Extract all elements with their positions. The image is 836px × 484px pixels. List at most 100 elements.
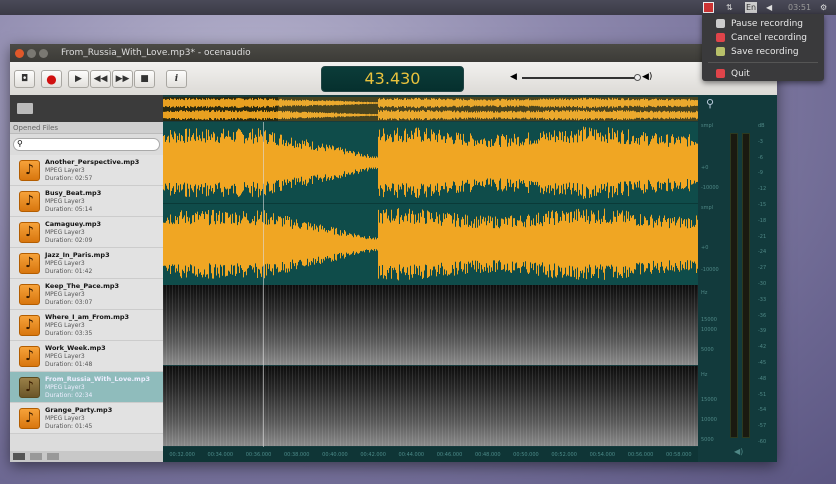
menu-item-save[interactable]: Save recording: [716, 45, 799, 58]
volume-slider[interactable]: [522, 74, 641, 81]
timeline-tick-label: 00:58.000: [665, 451, 692, 458]
file-codec: MPEG Layer3: [45, 322, 85, 329]
zoom-icon[interactable]: ⚲: [706, 97, 714, 110]
grid-view-button[interactable]: [47, 453, 59, 460]
minimize-button[interactable]: [27, 48, 36, 58]
db-scale-label: -15: [758, 202, 767, 208]
file-list-item[interactable]: ♪ Camaguey.mp3 MPEG Layer3 Duration: 02:…: [10, 217, 163, 248]
timeline-tick-label: 00:40.000: [322, 451, 348, 458]
folder-icon[interactable]: [17, 103, 33, 114]
file-duration: Duration: 05:14: [45, 206, 93, 213]
file-duration: Duration: 02:34: [45, 392, 93, 399]
file-list-item[interactable]: ♪ Keep_The_Pace.mp3 MPEG Layer3 Duration…: [10, 279, 163, 310]
playhead-cursor[interactable]: [263, 122, 264, 447]
music-note-icon: ♪: [19, 253, 40, 274]
clock[interactable]: 03:51: [788, 2, 811, 13]
volume-low-icon: ◀: [510, 72, 517, 82]
record-button[interactable]: ●: [41, 70, 62, 88]
music-note-icon: ♪: [19, 191, 40, 212]
db-scale-label: -36: [758, 312, 767, 319]
volume-icon[interactable]: ◀: [766, 2, 772, 13]
gear-icon[interactable]: ⚙: [820, 2, 827, 13]
rewind-button[interactable]: ◀◀: [90, 70, 111, 88]
db-scale-label: -48: [758, 375, 767, 382]
menu-item-quit[interactable]: Quit: [716, 67, 750, 80]
file-list-item[interactable]: ♪ Work_Week.mp3 MPEG Layer3 Duration: 01…: [10, 341, 163, 372]
file-name: Busy_Beat.mp3: [45, 189, 102, 197]
music-note-icon: ♪: [19, 284, 40, 305]
file-list-item[interactable]: ♪ Jazz_In_Paris.mp3 MPEG Layer3 Duration…: [10, 248, 163, 279]
keyboard-layout[interactable]: En: [745, 2, 758, 13]
network-icon[interactable]: ⇅: [726, 2, 733, 13]
play-button[interactable]: ▶: [68, 70, 89, 88]
db-scale-label: -6: [758, 154, 763, 161]
timeline-tick-label: 00:32.000: [169, 451, 195, 458]
file-name: Where_I_am_From.mp3: [45, 313, 130, 321]
file-codec: MPEG Layer3: [45, 291, 85, 298]
overview-visible-range[interactable]: [278, 97, 698, 121]
frequency-scale-label: Hz: [701, 372, 708, 378]
file-codec: MPEG Layer3: [45, 167, 85, 174]
pause-icon: [716, 19, 725, 28]
amplitude-scale-label: +0: [701, 245, 709, 251]
menu-item-pause[interactable]: Pause recording: [716, 17, 803, 30]
file-list-item[interactable]: ♪ Where_I_am_From.mp3 MPEG Layer3 Durati…: [10, 310, 163, 341]
db-scale-label: -51: [758, 391, 767, 398]
timeline-tick-label: 00:50.000: [513, 451, 539, 458]
file-duration: Duration: 03:35: [45, 330, 93, 337]
editor-area[interactable]: 00:32.000 00:34.000 00:36.000 00:38.000 00:4…: [163, 95, 698, 462]
toolbar: ◘ ● ▶ ◀◀ ▶▶ ■ i 43.430 ◀ ◀): [10, 62, 777, 95]
timeline-tick-label: 00:34.000: [207, 451, 234, 458]
stop-button[interactable]: ■: [134, 70, 155, 88]
frequency-scale-label: 5000: [701, 437, 714, 443]
file-list-item[interactable]: ♪ From_Russia_With_Love.mp3 MPEG Layer3 …: [10, 372, 163, 403]
sidebar: Opened Files ⚲ ♪ Another_Perspective.mp3…: [10, 95, 163, 462]
amplitude-scale-label: -10000: [701, 185, 719, 191]
file-list-item[interactable]: ♪ Another_Perspective.mp3 MPEG Layer3 Du…: [10, 155, 163, 186]
file-name: Another_Perspective.mp3: [45, 158, 140, 166]
file-duration: Duration: 02:57: [45, 175, 93, 182]
list-view-button[interactable]: [13, 453, 25, 460]
file-list-item[interactable]: ♪ Grange_Party.mp3 MPEG Layer3 Duration:…: [10, 403, 163, 434]
ocenaudio-window: From_Russia_With_Love.mp3* - ocenaudio ◘…: [10, 44, 777, 462]
file-codec: MPEG Layer3: [45, 384, 85, 391]
file-duration: Duration: 03:07: [45, 299, 93, 306]
file-name: Camaguey.mp3: [45, 220, 102, 228]
menu-item-label: Pause recording: [731, 18, 803, 29]
timeline-tick-label: 00:42.000: [360, 451, 386, 458]
toggle-sidebar-button[interactable]: ◘: [14, 70, 35, 88]
menu-item-label: Cancel recording: [731, 32, 808, 43]
fast-forward-button[interactable]: ▶▶: [112, 70, 133, 88]
detail-view-button[interactable]: [30, 453, 42, 460]
amplitude-scale-label: -10000: [701, 267, 719, 273]
file-codec: MPEG Layer3: [45, 229, 85, 236]
file-duration: Duration: 01:42: [45, 268, 93, 275]
file-list: ♪ Another_Perspective.mp3 MPEG Layer3 Du…: [10, 155, 163, 434]
timeline-tick-label: 00:36.000: [245, 451, 272, 458]
db-scale-label: -24: [758, 249, 767, 256]
db-scale-label: dB: [758, 123, 765, 129]
waveform-view[interactable]: [163, 122, 698, 285]
file-codec: MPEG Layer3: [45, 260, 85, 267]
frequency-scale-label: 5000: [701, 347, 714, 353]
search-input[interactable]: ⚲: [13, 138, 160, 151]
db-scale-label: -33: [758, 296, 767, 303]
file-list-item[interactable]: ♪ Busy_Beat.mp3 MPEG Layer3 Duration: 05…: [10, 186, 163, 217]
db-scale-label: -12: [758, 186, 767, 193]
frequency-scale-label: 15000: [701, 317, 717, 323]
overview-waveform[interactable]: [163, 97, 698, 121]
info-button[interactable]: i: [166, 70, 187, 88]
maximize-button[interactable]: [39, 48, 48, 58]
file-name: Grange_Party.mp3: [45, 406, 113, 414]
time-display: 43.430: [321, 66, 464, 92]
amplitude-scale-label: smpl: [701, 123, 714, 129]
view-mode-bar: [10, 451, 163, 462]
menu-item-cancel[interactable]: Cancel recording: [716, 31, 807, 44]
db-scale-label: -57: [758, 423, 767, 430]
timeline-tick-label: 00:46.000: [436, 451, 463, 458]
spectrogram-view[interactable]: [163, 285, 698, 447]
timeline-tick-label: 00:44.000: [398, 451, 425, 458]
close-button[interactable]: [15, 48, 24, 58]
db-scale-label: -27: [758, 265, 767, 272]
record-indicator-icon[interactable]: [703, 2, 714, 13]
